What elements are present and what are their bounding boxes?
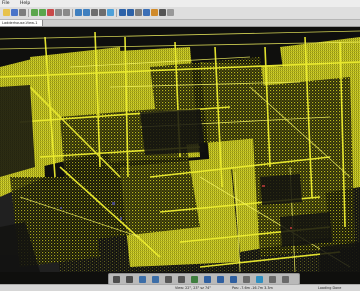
menu-bar: File Help: [0, 0, 360, 7]
view-angle-readout: View: 22°, 23° sz 74°: [175, 286, 211, 290]
point-cloud-render: [0, 27, 360, 272]
position-readout: Pos: -7.6m -16.7m 3.3m: [232, 286, 273, 290]
zoom-icon[interactable]: [91, 9, 98, 16]
layers-icon[interactable]: [127, 9, 134, 16]
fit-icon[interactable]: [191, 275, 198, 283]
pan-icon[interactable]: [126, 275, 133, 283]
front-view-icon[interactable]: [204, 275, 211, 283]
toolbar-separator: [72, 9, 73, 17]
zoom-in-icon[interactable]: [139, 275, 146, 283]
settings-icon[interactable]: [135, 9, 142, 16]
settings-icon[interactable]: [282, 275, 289, 283]
rotate-icon[interactable]: [107, 9, 114, 16]
loading-status: Loading Done: [318, 286, 342, 290]
orbit-icon[interactable]: [113, 275, 120, 283]
undo-icon[interactable]: [31, 9, 38, 16]
clip-icon[interactable]: [119, 9, 126, 16]
top-view-icon[interactable]: [217, 275, 224, 283]
measure-icon[interactable]: [256, 275, 263, 283]
save-icon[interactable]: [11, 9, 18, 16]
copy-icon[interactable]: [55, 9, 62, 16]
paste-icon[interactable]: [63, 9, 70, 16]
pen-icon[interactable]: [159, 9, 166, 16]
grid-icon[interactable]: [167, 9, 174, 16]
open-icon[interactable]: [3, 9, 10, 16]
toolbar-separator: [116, 9, 117, 17]
point-cloud-viewport[interactable]: [0, 27, 360, 272]
reset-view-icon[interactable]: [269, 275, 276, 283]
redo-icon[interactable]: [39, 9, 46, 16]
perspective-icon[interactable]: [243, 275, 250, 283]
tab-ladderhouse-view[interactable]: Ladderhouse-View-1: [0, 20, 43, 26]
toolbar: [0, 7, 360, 20]
select-icon[interactable]: [75, 9, 82, 16]
pan-icon[interactable]: [99, 9, 106, 16]
side-view-icon[interactable]: [230, 275, 237, 283]
menu-item-help[interactable]: Help: [20, 0, 30, 7]
zoom-out-icon[interactable]: [152, 275, 159, 283]
menu-item-file[interactable]: File: [2, 0, 10, 7]
print-icon[interactable]: [19, 9, 26, 16]
walk-icon[interactable]: [165, 275, 172, 283]
cut-icon[interactable]: [47, 9, 54, 16]
fly-icon[interactable]: [178, 275, 185, 283]
measure-icon[interactable]: [83, 9, 90, 16]
help-icon[interactable]: [143, 9, 150, 16]
color-icon[interactable]: [151, 9, 158, 16]
toolbar-separator: [28, 9, 29, 17]
tab-bar: Ladderhouse-View-1: [0, 20, 360, 27]
